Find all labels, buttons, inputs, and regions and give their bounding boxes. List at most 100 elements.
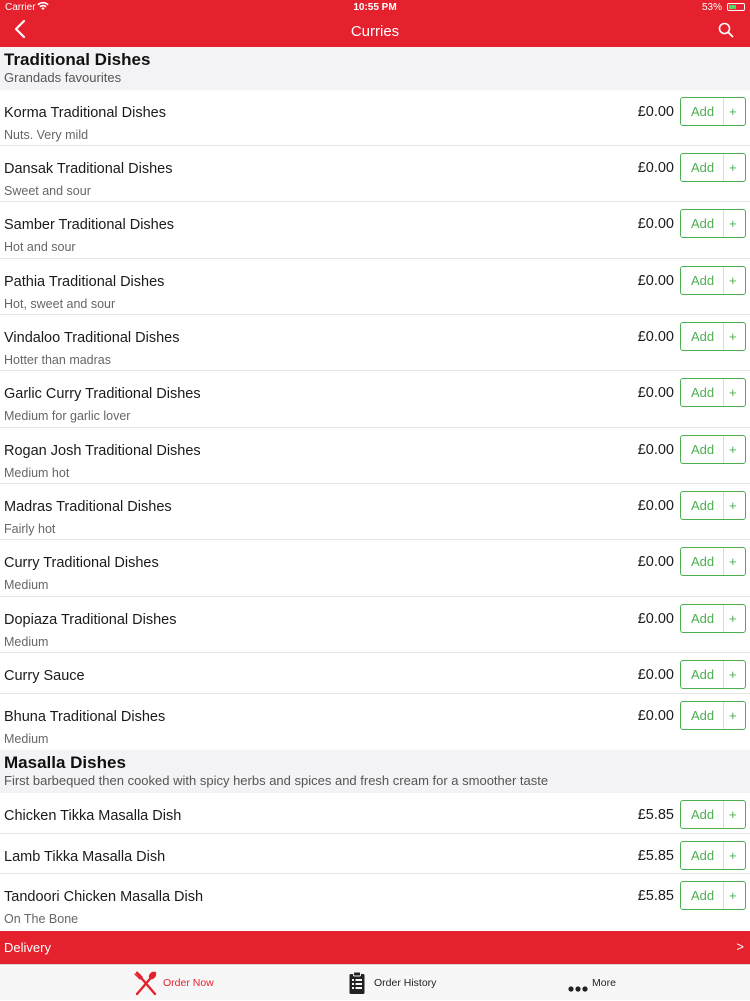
add-button[interactable]: Add + [680,435,746,464]
item-name: Bhuna Traditional Dishes [4,709,166,725]
plus-icon: + [729,554,737,569]
add-label: Add [691,848,715,863]
add-button[interactable]: Add + [680,153,746,182]
menu-item[interactable]: Dansak Traditional Dishes Sweet and sour… [0,146,750,202]
item-name: Curry Traditional Dishes [4,555,159,571]
tab-label: More [592,977,616,989]
search-button[interactable] [718,22,736,40]
delivery-bar[interactable]: Delivery > [0,931,750,964]
item-price: £0.00 [637,554,674,570]
item-price: £5.85 [637,888,674,904]
delivery-label: Delivery [4,940,51,955]
add-label: Add [691,708,715,723]
add-button[interactable]: Add + [680,491,746,520]
tab-order-now[interactable]: Order Now [134,965,244,1001]
menu-item[interactable]: Madras Traditional Dishes Fairly hot £0.… [0,484,750,540]
add-label: Add [691,807,715,822]
add-label: Add [691,611,715,626]
menu-item[interactable]: Tandoori Chicken Masalla Dish On The Bon… [0,874,750,931]
status-bar: Carrier 10:55 PM 53% [0,0,750,15]
menu-item[interactable]: Curry Sauce £0.00 Add + [0,653,750,694]
add-button[interactable]: Add + [680,97,746,126]
item-name: Curry Sauce [4,668,85,684]
menu-item[interactable]: Korma Traditional Dishes Nuts. Very mild… [0,90,750,146]
menu-item[interactable]: Pathia Traditional Dishes Hot, sweet and… [0,259,750,315]
item-price: £0.00 [637,329,674,345]
item-description: Medium [4,578,49,592]
add-button[interactable]: Add + [680,209,746,238]
tab-label: Order History [374,977,437,989]
item-price: £0.00 [637,442,674,458]
menu-item[interactable]: Samber Traditional Dishes Hot and sour £… [0,202,750,259]
item-price: £0.00 [637,708,674,724]
item-name: Samber Traditional Dishes [4,217,175,233]
add-button[interactable]: Add + [680,841,746,870]
tab-order-history[interactable]: Order History [348,965,458,1001]
add-label: Add [691,667,715,682]
plus-icon: + [729,807,737,822]
item-description: Medium [4,635,49,649]
add-button[interactable]: Add + [680,660,746,689]
add-label: Add [691,498,715,513]
menu-item[interactable]: Vindaloo Traditional Dishes Hotter than … [0,315,750,371]
menu-item[interactable]: Dopiaza Traditional Dishes Medium £0.00 … [0,597,750,653]
section-header-masalla: Masalla Dishes First barbequed then cook… [0,750,750,793]
fork-knife-icon [134,970,158,1001]
add-button[interactable]: Add + [680,547,746,576]
plus-icon: + [729,160,737,175]
item-price: £0.00 [637,216,674,232]
add-label: Add [691,554,715,569]
plus-icon: + [729,329,737,344]
battery-percent: 53% [701,2,722,13]
item-price: £0.00 [637,667,674,683]
menu-item[interactable]: Curry Traditional Dishes Medium £0.00 Ad… [0,540,750,597]
add-button[interactable]: Add + [680,266,746,295]
add-button[interactable]: Add + [680,701,746,730]
item-description: Sweet and sour [4,184,91,198]
menu-item[interactable]: Bhuna Traditional Dishes Medium £0.00 Ad… [0,694,750,750]
item-name: Lamb Tikka Masalla Dish [4,849,166,865]
section-subtitle: Grandads favourites [4,70,122,85]
item-name: Rogan Josh Traditional Dishes [4,443,201,459]
item-description: Hot, sweet and sour [4,297,116,311]
add-button[interactable]: Add + [680,378,746,407]
add-label: Add [691,888,715,903]
menu-item[interactable]: Lamb Tikka Masalla Dish £5.85 Add + [0,834,750,874]
item-description: Medium for garlic lover [4,409,131,423]
add-button[interactable]: Add + [680,322,746,351]
tab-label: Order Now [163,977,214,989]
nav-bar: Curries [0,15,750,47]
battery-icon [727,3,745,11]
search-icon [718,22,734,38]
plus-icon: + [729,667,737,682]
plus-icon: + [729,888,737,903]
section-header-traditional: Traditional Dishes Grandads favourites [0,47,750,90]
menu-item[interactable]: Rogan Josh Traditional Dishes Medium hot… [0,428,750,484]
menu-item[interactable]: Chicken Tikka Masalla Dish £5.85 Add + [0,793,750,834]
item-price: £0.00 [637,104,674,120]
item-description: Nuts. Very mild [4,128,89,142]
item-description: Fairly hot [4,522,56,536]
item-name: Vindaloo Traditional Dishes [4,330,180,346]
tab-more[interactable]: More [568,965,648,1001]
add-label: Add [691,104,715,119]
item-price: £5.85 [637,848,674,864]
item-name: Tandoori Chicken Masalla Dish [4,889,204,905]
menu-item[interactable]: Garlic Curry Traditional Dishes Medium f… [0,371,750,428]
item-name: Chicken Tikka Masalla Dish [4,808,182,824]
section-title: Traditional Dishes [4,50,151,69]
item-name: Dansak Traditional Dishes [4,161,173,177]
item-name: Pathia Traditional Dishes [4,274,165,290]
chevron-right-icon: > [736,939,744,954]
add-label: Add [691,442,715,457]
item-description: On The Bone [4,912,79,926]
add-button[interactable]: Add + [680,604,746,633]
add-button[interactable]: Add + [680,800,746,829]
add-button[interactable]: Add + [680,881,746,910]
section-subtitle: First barbequed then cooked with spicy h… [4,773,549,788]
item-price: £0.00 [637,385,674,401]
item-description: Hotter than madras [4,353,111,367]
tab-bar: Order Now Order History More [0,964,750,1000]
item-price: £5.85 [637,807,674,823]
plus-icon: + [729,273,737,288]
